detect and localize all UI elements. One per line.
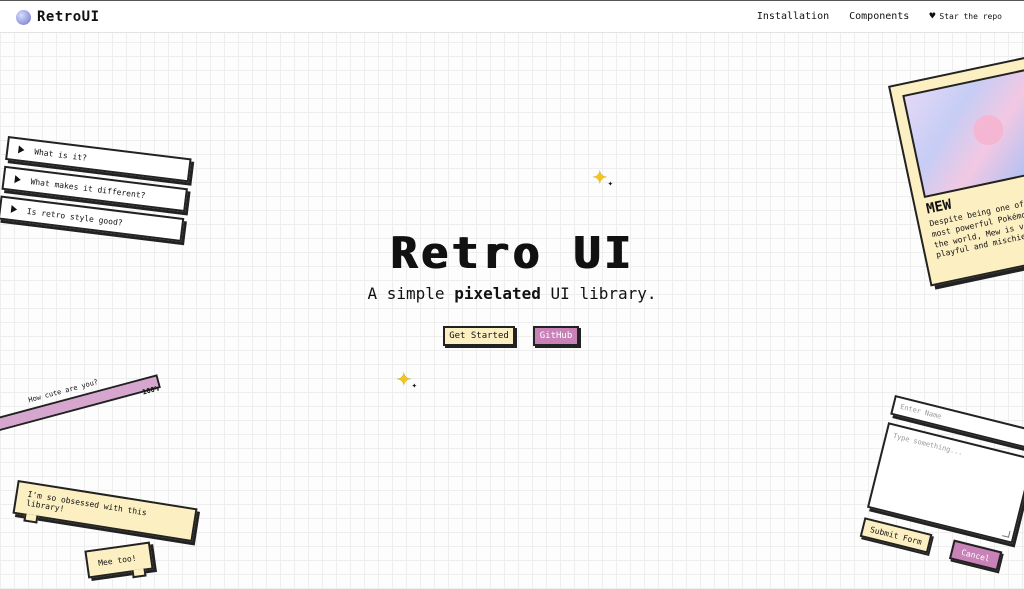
- textarea-placeholder: Type something...: [892, 431, 964, 457]
- heart-icon: ♥: [929, 10, 936, 22]
- bubble-tail: [131, 568, 147, 579]
- nav-link-components[interactable]: Components: [849, 11, 909, 22]
- star-repo-label: Star the repo: [939, 12, 1002, 21]
- chat-bubble: I'm so obsessed with this library!: [12, 479, 198, 543]
- accordion-item-label: What makes it different?: [30, 176, 146, 200]
- hero-subtitle: A simple pixelated UI library.: [0, 284, 1024, 303]
- submit-form-button[interactable]: Submit Form: [859, 517, 933, 554]
- nav-links: Installation Components ♥ Star the repo: [757, 11, 1002, 22]
- bubble-tail: [23, 513, 39, 524]
- hero-subtitle-pre: A simple: [367, 284, 455, 303]
- sparkle-icon: ✦✦: [396, 363, 418, 393]
- mew-illustration: [970, 112, 1007, 148]
- cancel-button[interactable]: Cancel: [948, 539, 1003, 572]
- get-started-button[interactable]: Get Started: [443, 326, 515, 346]
- logo-text: RetroUI: [37, 9, 100, 25]
- progress-demo: How cute are you? 100%: [0, 373, 163, 432]
- caret-right-icon: [17, 145, 25, 155]
- nav-link-installation[interactable]: Installation: [757, 11, 829, 22]
- card-image: [902, 64, 1024, 198]
- sparkle-icon: ✦✦: [592, 161, 614, 191]
- logo-icon: [16, 9, 31, 25]
- chat-bubble: Mee too!: [84, 541, 154, 579]
- chat-message: I'm so obsessed with this library!: [25, 489, 148, 518]
- github-button[interactable]: GitHub: [533, 326, 579, 346]
- hero-subtitle-post: UI library.: [540, 284, 657, 303]
- form-demo: Enter Name Type something... Submit Form…: [859, 395, 1024, 573]
- accordion-item-label: What is it?: [33, 146, 88, 163]
- star-repo-link[interactable]: ♥ Star the repo: [929, 10, 1002, 22]
- caret-right-icon: [10, 204, 18, 214]
- accordion-item-label: Is retro style good?: [26, 206, 124, 228]
- top-navbar: RetroUI Installation Components ♥ Star t…: [0, 0, 1024, 33]
- chat-message: Mee too!: [97, 553, 137, 568]
- logo[interactable]: RetroUI: [16, 9, 100, 25]
- caret-right-icon: [14, 175, 22, 184]
- resize-handle-icon[interactable]: [1002, 529, 1011, 538]
- hero-subtitle-bold: pixelated: [454, 284, 541, 303]
